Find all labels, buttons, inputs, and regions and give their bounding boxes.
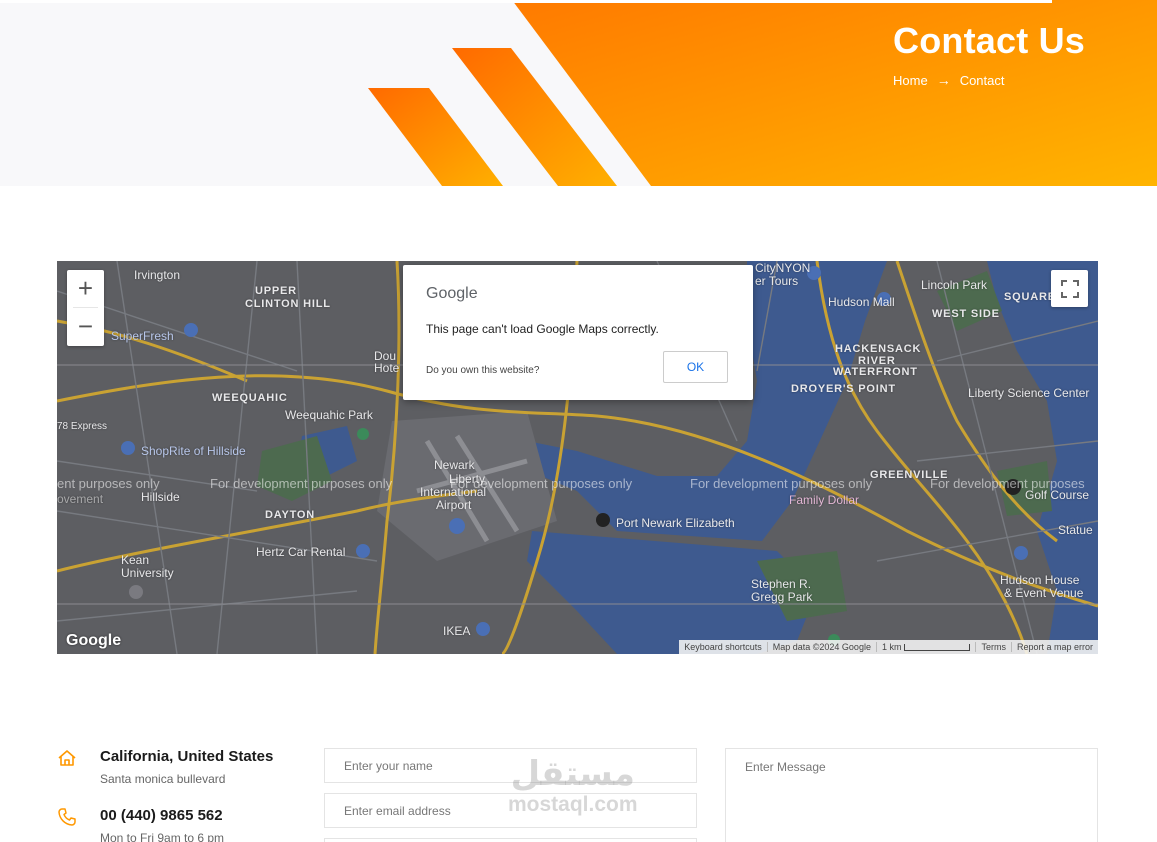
breadcrumb-home-link[interactable]: Home xyxy=(893,73,928,88)
map-zoom-control: + − xyxy=(67,270,104,346)
map-label: Stephen R. xyxy=(751,577,812,591)
dialog-ok-button[interactable]: OK xyxy=(663,351,728,383)
map-label: Hertz Car Rental xyxy=(256,545,346,559)
report-map-error-link[interactable]: Report a map error xyxy=(1010,642,1098,652)
page-header-banner: Contact Us Home → Contact xyxy=(0,0,1157,186)
map-data-credit: Map data ©2024 Google xyxy=(766,642,876,652)
terms-link[interactable]: Terms xyxy=(975,642,1011,652)
breadcrumb: Home → Contact xyxy=(893,72,1005,88)
map-label: Hudson Mall xyxy=(828,295,895,309)
map-label: WEST SIDE xyxy=(932,308,1000,320)
map-attribution-bar: Keyboard shortcuts Map data ©2024 Google… xyxy=(679,640,1098,654)
name-input[interactable] xyxy=(324,748,697,783)
map-label: Hudson House xyxy=(1000,573,1080,587)
map-label: Newark xyxy=(434,458,475,472)
map-label: er Tours xyxy=(755,274,799,288)
map-label: HACKENSACK xyxy=(835,343,922,355)
map-scale-label: 1 km xyxy=(881,642,902,652)
header-stripe xyxy=(368,88,503,186)
map-label: ShopRite of Hillside xyxy=(141,444,246,458)
map-label: WATERFRONT xyxy=(833,366,918,378)
scale-bar xyxy=(904,644,971,652)
map-label: & Event Venue xyxy=(1004,586,1084,600)
page-title: Contact Us xyxy=(893,20,1086,61)
phone-hours: Mon to Fri 9am to 6 pm xyxy=(100,831,225,842)
map-label: 78 Express xyxy=(57,421,108,432)
address-subtitle: Santa monica bullevard xyxy=(100,772,226,786)
map-poi-marker xyxy=(476,622,490,636)
map-label: Liberty Science Center xyxy=(968,386,1090,400)
map-dev-watermark: ent purposes only xyxy=(57,476,160,491)
home-icon xyxy=(58,750,76,766)
dialog-message: This page can't load Google Maps correct… xyxy=(426,322,659,336)
map-label: Airport xyxy=(436,498,472,512)
map-label: Statue xyxy=(1058,523,1093,537)
fullscreen-button[interactable] xyxy=(1051,270,1088,307)
own-website-link[interactable]: Do you own this website? xyxy=(426,365,539,376)
map-label: DAYTON xyxy=(265,509,316,521)
zoom-in-button[interactable]: + xyxy=(67,270,104,307)
message-textarea[interactable] xyxy=(725,748,1098,842)
map-label: Gregg Park xyxy=(751,590,813,604)
map-label: WEEQUAHIC xyxy=(212,392,288,404)
map-dev-watermark: For development purposes only xyxy=(690,476,873,491)
map-poi-marker xyxy=(596,513,610,527)
map-label: DROYER'S POINT xyxy=(791,383,896,395)
map-poi-marker xyxy=(129,585,143,599)
map-poi-marker xyxy=(357,428,369,440)
map-label: Irvington xyxy=(134,268,181,282)
map-poi-marker xyxy=(121,441,135,455)
map-label: CityNYON xyxy=(755,261,811,275)
address-title: California, United States xyxy=(100,748,274,765)
map-poi-marker xyxy=(356,544,370,558)
map-poi-marker xyxy=(1014,546,1028,560)
map-label: UPPER xyxy=(255,285,297,297)
map-label: University xyxy=(121,566,174,580)
google-logo: Google xyxy=(66,632,122,649)
map-label: Hillside xyxy=(141,490,180,504)
map-label: IKEA xyxy=(443,624,471,638)
subject-input[interactable] xyxy=(324,838,697,842)
map-label: Port Newark Elizabeth xyxy=(616,516,735,530)
header-top-strip xyxy=(0,0,1052,3)
map-dev-watermark: For development purposes only xyxy=(210,476,393,491)
phone-icon xyxy=(58,808,76,826)
map-label: SQUARE xyxy=(1004,291,1056,303)
map-label: Lincoln Park xyxy=(921,278,988,292)
map-label: Weequahic Park xyxy=(285,408,373,422)
map-poi-marker xyxy=(449,518,465,534)
map-scale[interactable]: 1 km xyxy=(875,642,976,652)
map-label: Family Dollar xyxy=(789,493,860,507)
map-label: Kean xyxy=(121,553,150,567)
map-dev-watermark: For development purposes only xyxy=(450,476,633,491)
map-label: ovement xyxy=(57,492,104,506)
fullscreen-icon xyxy=(1060,279,1079,298)
phone-number[interactable]: 00 (440) 9865 562 xyxy=(100,807,223,824)
dialog-google-logo: Google xyxy=(426,285,478,302)
map-label: SuperFresh xyxy=(111,329,174,343)
breadcrumb-current: Contact xyxy=(959,72,1005,88)
map-error-dialog: Google This page can't load Google Maps … xyxy=(403,265,753,400)
arrow-right-icon: → xyxy=(936,72,951,88)
google-map[interactable]: Irvington UPPER CLINTON HILL SuperFresh … xyxy=(57,261,1098,654)
zoom-out-button[interactable]: − xyxy=(67,308,104,345)
map-label: Hote xyxy=(374,361,400,375)
keyboard-shortcuts-link[interactable]: Keyboard shortcuts xyxy=(679,642,767,652)
map-label: CLINTON HILL xyxy=(245,298,331,310)
email-input[interactable] xyxy=(324,793,697,828)
map-dev-watermark: For development purposes xyxy=(930,476,1085,491)
map-poi-marker xyxy=(184,323,198,337)
